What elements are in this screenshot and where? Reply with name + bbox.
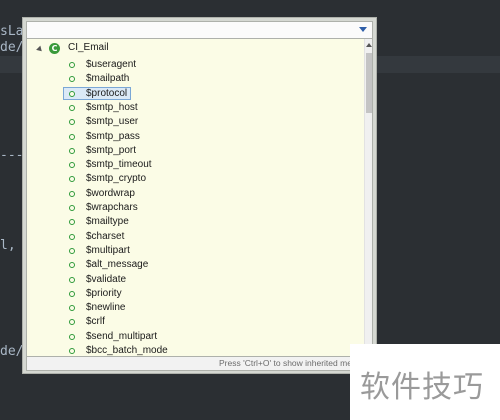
field-label: $smtp_port: [86, 144, 137, 156]
field-list-item[interactable]: $wrapchars: [27, 201, 357, 215]
field-list-item[interactable]: $smtp_timeout: [27, 158, 357, 172]
field-icon: [69, 176, 75, 183]
field-icon: [69, 76, 75, 83]
field-label: $protocol: [86, 87, 128, 99]
field-icon: [69, 119, 75, 126]
field-label: $wordwrap: [86, 187, 135, 199]
scroll-up-arrow-icon[interactable]: [366, 43, 372, 47]
field-label: $priority: [86, 287, 122, 299]
code-fragment: de/: [0, 40, 24, 55]
field-list-item[interactable]: $smtp_pass: [27, 130, 357, 144]
field-icon: [69, 62, 75, 68]
field-label: $smtp_crypto: [86, 173, 147, 185]
field-icon: [69, 276, 75, 283]
field-list-item[interactable]: $bcc_batch_mode: [27, 344, 357, 356]
dropdown-arrow-icon[interactable]: [359, 27, 367, 32]
status-hint-text: Press 'Ctrl+O' to show inherited me: [219, 358, 352, 368]
field-icon: [69, 147, 75, 154]
field-list-item[interactable]: $charset: [27, 230, 357, 244]
field-icon: [69, 162, 75, 169]
field-icon: [69, 205, 75, 211]
vertical-scrollbar[interactable]: [364, 39, 372, 356]
watermark-text: 软件技巧: [360, 370, 484, 405]
scroll-thumb[interactable]: [366, 53, 372, 113]
field-label: $smtp_host: [86, 101, 138, 113]
field-list-item[interactable]: $mailtype: [27, 215, 357, 229]
field-label: $bcc_batch_mode: [86, 345, 168, 356]
field-icon: [69, 319, 75, 326]
field-label: $wrapchars: [86, 202, 138, 213]
field-list-item[interactable]: $send_multipart: [27, 330, 357, 344]
field-icon: [69, 104, 75, 111]
field-list-item[interactable]: $mailpath: [27, 72, 357, 86]
field-list-item[interactable]: $protocol: [27, 86, 357, 101]
field-label: $newline: [86, 302, 126, 314]
field-label: $smtp_pass: [86, 130, 140, 142]
field-list-item[interactable]: $smtp_user: [27, 115, 357, 129]
field-label: $alt_message: [86, 259, 149, 271]
field-icon: [69, 290, 75, 297]
field-icon: [69, 247, 75, 254]
field-icon: [69, 305, 75, 312]
field-list-item[interactable]: $multipart: [27, 244, 357, 258]
field-list-item[interactable]: $alt_message: [27, 258, 357, 272]
class-icon: C: [49, 43, 60, 54]
field-list-item[interactable]: $crlf: [27, 315, 357, 329]
watermark: 软件技巧: [350, 344, 500, 420]
field-label: $multipart: [86, 244, 130, 256]
field-label: $charset: [86, 230, 125, 242]
outline-tree[interactable]: C CI_Email $useragent $mailpath $protocol $…: [26, 39, 373, 357]
field-list-item[interactable]: $smtp_host: [27, 101, 357, 115]
field-label: $mailtype: [86, 216, 129, 228]
field-icon: [69, 233, 75, 240]
field-list-item[interactable]: $useragent: [27, 58, 357, 72]
field-icon: [69, 333, 75, 340]
code-fragment: sLa: [0, 24, 24, 39]
field-list-item[interactable]: $newline: [27, 301, 357, 315]
collapse-arrow-icon[interactable]: [36, 45, 44, 54]
field-label: $mailpath: [86, 73, 130, 85]
field-list-item[interactable]: $smtp_port: [27, 144, 357, 158]
field-icon: [69, 133, 75, 140]
filter-input[interactable]: [26, 21, 373, 39]
field-icon: [69, 348, 75, 354]
field-list-item[interactable]: $validate: [27, 273, 357, 287]
field-list-item[interactable]: $wordwrap: [27, 187, 357, 201]
field-label: $send_multipart: [86, 330, 158, 342]
field-icon: [69, 190, 75, 197]
status-bar: Press 'Ctrl+O' to show inherited me: [26, 357, 373, 371]
field-label: $smtp_user: [86, 116, 139, 128]
code-fragment: de/: [0, 344, 24, 359]
field-label: $smtp_timeout: [86, 159, 152, 171]
code-fragment: l,: [0, 238, 16, 253]
class-name-label: CI_Email: [68, 42, 109, 53]
field-label: $crlf: [86, 316, 105, 328]
field-list-item[interactable]: $priority: [27, 287, 357, 301]
quick-outline-popup: C CI_Email $useragent $mailpath $protocol $…: [22, 17, 377, 374]
field-list-item[interactable]: $smtp_crypto: [27, 172, 357, 186]
field-label: $validate: [86, 273, 127, 285]
field-icon: [69, 219, 75, 226]
field-label: $useragent: [86, 59, 137, 70]
field-icon: [69, 262, 75, 269]
tree-root-class[interactable]: C CI_Email: [27, 42, 357, 58]
field-icon: [69, 90, 75, 97]
